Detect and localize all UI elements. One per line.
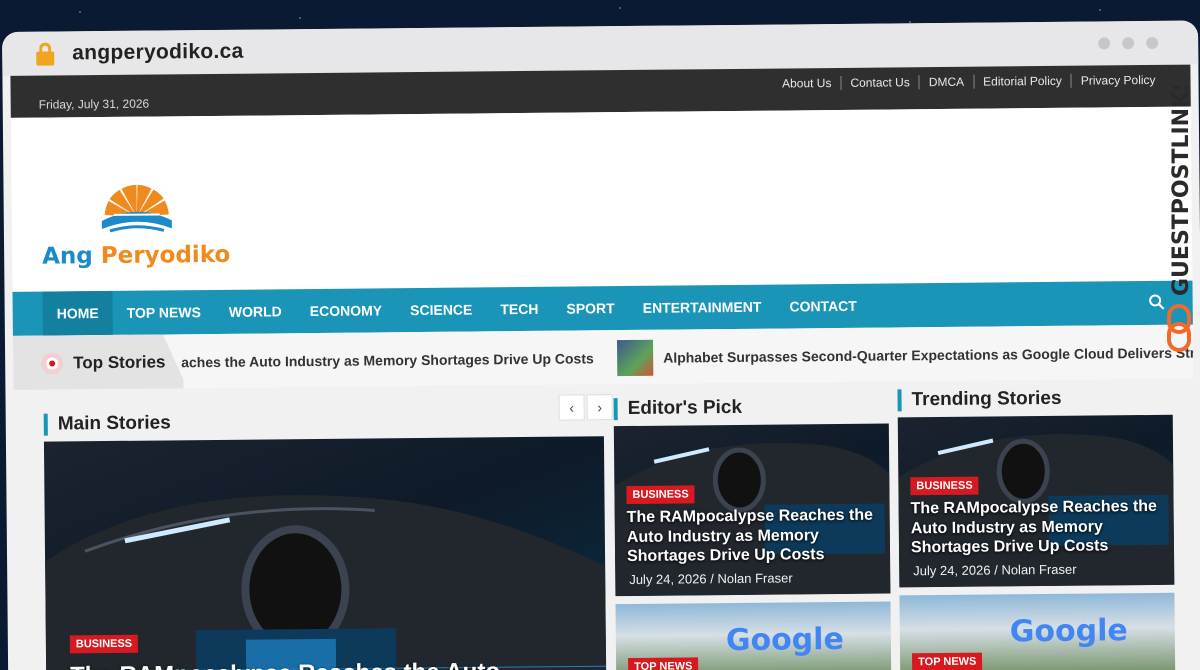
logo-wordmark[interactable]: Ang Peryodiko — [42, 242, 230, 270]
nav-world[interactable]: WORLD — [215, 289, 296, 334]
current-date: Friday, July 31, 2026 — [38, 96, 150, 112]
main-stories-heading: Main Stories — [43, 412, 171, 436]
trending-meta: July 24, 2026 / Nolan Fraser — [913, 561, 1077, 579]
category-badge[interactable]: BUSINESS — [69, 634, 139, 654]
article-date: July 24, 2026 — [629, 571, 707, 588]
nav-top-news[interactable]: TOP NEWS — [112, 290, 215, 335]
svg-text:GUESTPOSTLINKS: GUESTPOSTLINKS — [1169, 86, 1194, 296]
trending-title[interactable]: The RAMpocalypse Reaches the Auto Indust… — [911, 497, 1172, 558]
site-header: Ang Peryodiko — [10, 106, 1193, 292]
nav-economy[interactable]: ECONOMY — [296, 288, 397, 333]
category-badge[interactable]: BUSINESS — [626, 485, 695, 505]
browser-window: angperyodiko.ca Friday, July 31, 2026 Ab… — [2, 20, 1200, 670]
chevron-left-icon[interactable]: ‹ — [558, 394, 585, 421]
editors-pick-title[interactable]: The RAMpocalypse Reaches the Auto Indust… — [627, 506, 888, 567]
trending-heading: Trending Stories — [897, 387, 1062, 412]
window-dot-icon[interactable] — [1146, 36, 1159, 50]
google-sign: Google — [1009, 613, 1128, 650]
guestpostlinks-watermark: GUESTPOSTLINKS — [1167, 86, 1194, 352]
link-icon — [1167, 304, 1191, 352]
content-area: Main Stories ‹ › Editor's Pick Trending … — [13, 378, 1197, 670]
trending-card[interactable]: BUSINESS The RAMpocalypse Reaches the Au… — [897, 414, 1175, 588]
top-link-contact[interactable]: Contact Us — [841, 75, 920, 90]
editors-pick-card-2[interactable]: Google TOP NEWS — [615, 601, 892, 670]
google-sign: Google — [725, 621, 844, 659]
article-author[interactable]: Nolan Fraser — [1001, 562, 1076, 578]
nav-science[interactable]: SCIENCE — [396, 287, 487, 332]
article-author[interactable]: Nolan Fraser — [717, 570, 792, 586]
url-text[interactable]: angperyodiko.ca — [72, 40, 244, 66]
main-story-card[interactable]: BUSINESS The RAMpocalypse Reaches the Au… — [43, 436, 607, 670]
ticker-story[interactable]: Alphabet Surpasses Second-Quarter Expect… — [663, 344, 1193, 365]
category-badge[interactable]: TOP NEWS — [628, 657, 699, 670]
chevron-right-icon[interactable]: › — [586, 394, 613, 421]
top-link-privacy[interactable]: Privacy Policy — [1072, 73, 1165, 88]
top-link-editorial[interactable]: Editorial Policy — [974, 73, 1072, 89]
editors-pick-meta: July 24, 2026 / Nolan Fraser — [629, 570, 793, 588]
trending-card-2[interactable]: Google TOP NEWS — [899, 592, 1176, 670]
top-stories-title: Top Stories — [73, 352, 166, 373]
nav-contact[interactable]: CONTACT — [775, 284, 871, 329]
editors-pick-heading: Editor's Pick — [613, 396, 743, 421]
carousel-controls: ‹ › — [558, 394, 613, 421]
logo-word-ang: Ang — [42, 243, 93, 270]
top-stories-label: Top Stories — [13, 334, 184, 392]
nav-entertainment[interactable]: ENTERTAINMENT — [628, 285, 775, 330]
window-dot-icon[interactable] — [1098, 37, 1111, 50]
ticker-thumbnail[interactable] — [616, 339, 654, 377]
editors-pick-card[interactable]: BUSINESS The RAMpocalypse Reaches the Au… — [613, 423, 891, 597]
nav-tech[interactable]: TECH — [486, 287, 553, 332]
ticker-story[interactable]: aches the Auto Industry as Memory Shorta… — [181, 350, 594, 370]
top-link-dmca[interactable]: DMCA — [919, 74, 975, 90]
search-icon[interactable] — [1149, 294, 1165, 310]
nav-home[interactable]: HOME — [42, 290, 113, 336]
live-dot-icon — [41, 352, 63, 374]
article-date: July 24, 2026 — [913, 562, 991, 579]
window-dot-icon[interactable] — [1122, 37, 1135, 50]
top-link-about[interactable]: About Us — [773, 75, 842, 91]
nav-sport[interactable]: SPORT — [552, 286, 629, 331]
category-badge[interactable]: BUSINESS — [910, 476, 979, 496]
lock-icon — [34, 42, 56, 66]
top-links: About Us Contact Us DMCA Editorial Polic… — [773, 73, 1165, 91]
logo-word-peryodiko: Peryodiko — [100, 241, 231, 270]
window-controls — [1098, 36, 1159, 50]
category-badge[interactable]: TOP NEWS — [912, 652, 983, 670]
